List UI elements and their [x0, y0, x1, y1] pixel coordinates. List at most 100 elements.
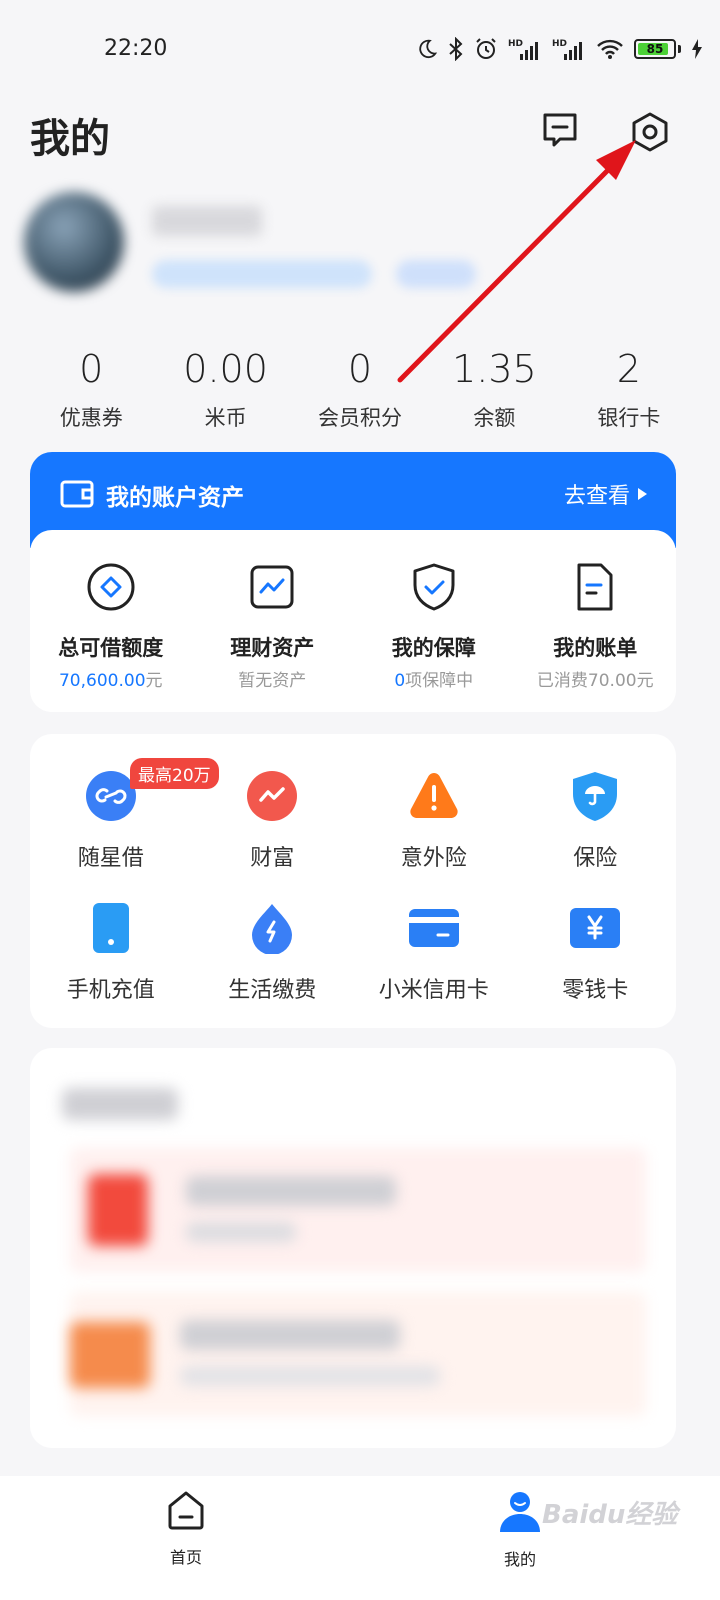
assets-body: 总可借额度 70,600.00元 理财资产 暂无资产 我的保障 0项保障中 我的…: [30, 530, 676, 712]
wealth-trend-icon: [247, 771, 298, 821]
service-label: 意外险: [400, 846, 467, 871]
service-insurance[interactable]: 保险: [515, 770, 677, 902]
asset-sub: 70,600.00元: [30, 666, 192, 691]
stat-mi-coins[interactable]: 0.00 米币: [158, 346, 292, 432]
stat-member-points[interactable]: 0 会员积分: [293, 346, 427, 432]
stat-label: 米币: [204, 406, 247, 430]
water-drop-icon: [252, 904, 293, 955]
user-icon: [500, 1492, 540, 1532]
asset-title: 总可借额度: [58, 636, 164, 660]
asset-sub: 已消费70.00元: [536, 671, 654, 691]
service-grid: 随星借 最高20万 财富 意外险 保险 手机充值 生活缴费 小米信用卡 零钱卡: [30, 758, 677, 1034]
level-tag-blurred: [396, 260, 476, 288]
stat-coupons[interactable]: 0 优惠券: [24, 346, 158, 432]
message-icon: [543, 113, 577, 147]
view-assets-label: 去查看: [563, 484, 630, 509]
battery-icon: 85: [634, 39, 676, 59]
wallet-icon: [60, 480, 94, 508]
account-assets-card: 我的账户资产 去查看 总可借额度 70,600.00元 理财资产 暂无资产 我的…: [30, 452, 676, 712]
protection-count: 0: [394, 671, 406, 691]
asset-bill[interactable]: 我的账单 已消费70.00元: [515, 560, 677, 712]
status-time: 22:20: [104, 36, 168, 61]
promo-item-1-icon-blurred: [88, 1174, 148, 1246]
service-phone-topup[interactable]: 手机充值: [30, 902, 192, 1034]
nav-home[interactable]: 首页: [126, 1488, 246, 1568]
service-label: 保险: [573, 846, 618, 871]
promo-item-1-blurred[interactable]: [70, 1148, 646, 1272]
stat-label: 银行卡: [597, 406, 661, 430]
promo-card-blurred: [30, 1048, 676, 1448]
page-title: 我的: [30, 116, 110, 162]
service-suixingjie[interactable]: 随星借 最高20万: [30, 758, 219, 902]
service-utility-bills[interactable]: 生活缴费: [192, 902, 354, 1034]
hd-signal-icon: HD: [552, 39, 582, 60]
services-card: 随星借 最高20万 财富 意外险 保险 手机充值 生活缴费 小米信用卡 零钱卡: [30, 734, 676, 1028]
charging-icon: [692, 39, 702, 59]
asset-sub: 0项保障中: [353, 666, 515, 691]
stat-value: 0: [79, 347, 104, 391]
asset-title: 我的保障: [391, 636, 476, 660]
service-wealth[interactable]: 财富: [192, 770, 354, 902]
assets-title: 我的账户资产: [106, 485, 244, 511]
nav-home-label: 首页: [169, 1548, 202, 1567]
service-label: 小米信用卡: [378, 978, 489, 1003]
credit-diamond-icon: [87, 563, 135, 611]
service-change-card[interactable]: 零钱卡: [515, 902, 677, 1034]
umbrella-shield-icon: [573, 772, 618, 821]
credit-card-icon: [408, 909, 459, 947]
hd-signal-icon: HD: [508, 39, 538, 60]
profile-section[interactable]: [24, 192, 504, 302]
promo-item-2-icon-blurred: [70, 1322, 150, 1388]
yen-card-icon: [570, 908, 621, 948]
wifi-icon: [597, 39, 623, 59]
avatar[interactable]: [24, 192, 124, 292]
service-label: 随星借: [77, 846, 144, 871]
promo-item-2-sub-blurred: [180, 1366, 440, 1386]
link-loan-icon: [85, 771, 136, 821]
status-icons: HD HD 85: [416, 34, 703, 64]
service-label: 手机充值: [66, 978, 155, 1003]
gear-icon: [632, 112, 668, 152]
nav-mine-label: 我的: [503, 1550, 536, 1569]
svg-text:HD: HD: [552, 39, 567, 49]
service-accident-insurance[interactable]: 意外险: [353, 770, 515, 902]
bill-icon: [577, 563, 613, 611]
asset-wealth[interactable]: 理财资产 暂无资产: [192, 560, 354, 712]
stat-value: 2: [616, 347, 641, 391]
promo-item-1-title-blurred: [186, 1176, 396, 1206]
stat-bank-cards[interactable]: 2 银行卡: [562, 346, 696, 432]
service-label: 生活缴费: [228, 978, 317, 1003]
promo-heading-blurred: [62, 1088, 178, 1120]
message-button[interactable]: [540, 110, 580, 150]
stat-balance[interactable]: 1.35 余额: [427, 346, 561, 432]
protection-suffix: 项保障中: [405, 671, 474, 691]
nickname-blurred: [152, 206, 262, 236]
shield-check-icon: [413, 563, 455, 611]
alarm-icon: [476, 38, 496, 59]
wealth-chart-icon: [250, 565, 294, 609]
settings-button[interactable]: [628, 110, 672, 154]
svg-text:HD: HD: [508, 39, 523, 49]
stat-label: 余额: [473, 406, 516, 430]
asset-title: 我的账单: [553, 636, 638, 660]
stat-value: 1.35: [452, 347, 537, 391]
service-label: 零钱卡: [562, 978, 629, 1003]
asset-protection[interactable]: 我的保障 0项保障中: [353, 560, 515, 712]
battery-level: 85: [646, 42, 664, 56]
home-icon: [168, 1491, 204, 1530]
asset-sub: 暂无资产: [238, 671, 307, 691]
stat-value: 0: [347, 347, 373, 391]
warning-icon: [410, 773, 458, 818]
credit-limit-value: 70,600.00: [58, 671, 146, 691]
member-tag-blurred: [152, 260, 372, 288]
asset-credit-limit[interactable]: 总可借额度 70,600.00元: [30, 560, 192, 712]
credit-limit-unit: 元: [145, 671, 163, 691]
battery-tip: [678, 45, 681, 53]
asset-title: 理财资产: [230, 636, 315, 660]
promo-item-2-blurred[interactable]: [70, 1292, 646, 1416]
watermark: Baidu经验: [542, 1500, 678, 1530]
promo-item-2-title-blurred: [180, 1320, 400, 1350]
view-assets-link[interactable]: 去查看: [564, 478, 648, 510]
service-mi-credit-card[interactable]: 小米信用卡: [353, 902, 515, 1034]
stats-row: 0 优惠券 0.00 米币 0 会员积分 1.35 余额 2 银行卡: [24, 346, 696, 432]
